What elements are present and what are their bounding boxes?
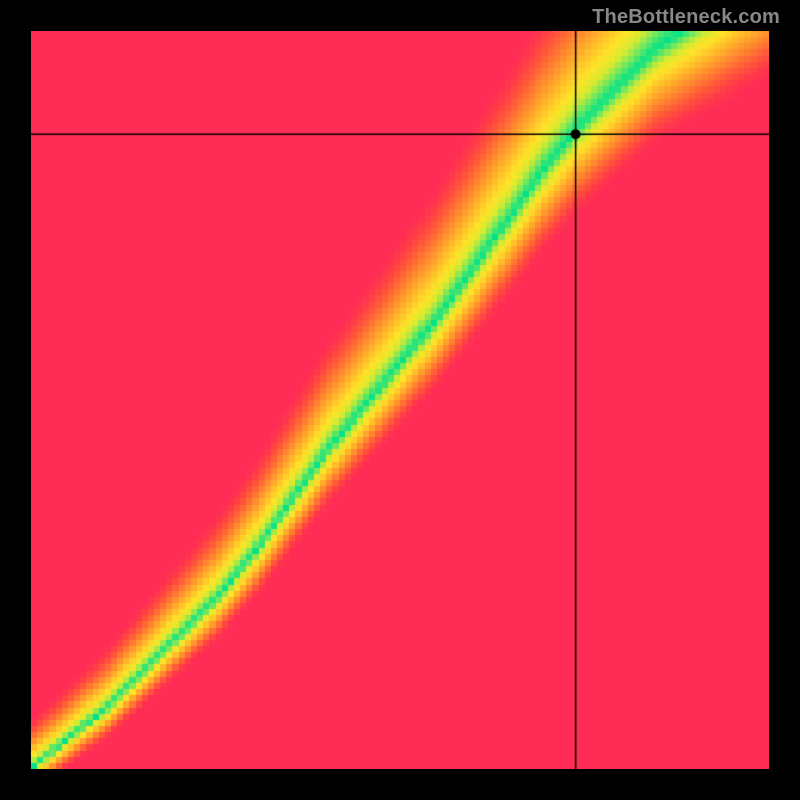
- heatmap-plot: [31, 31, 769, 769]
- heatmap-canvas: [31, 31, 769, 769]
- chart-container: TheBottleneck.com: [0, 0, 800, 800]
- watermark-text: TheBottleneck.com: [592, 6, 780, 29]
